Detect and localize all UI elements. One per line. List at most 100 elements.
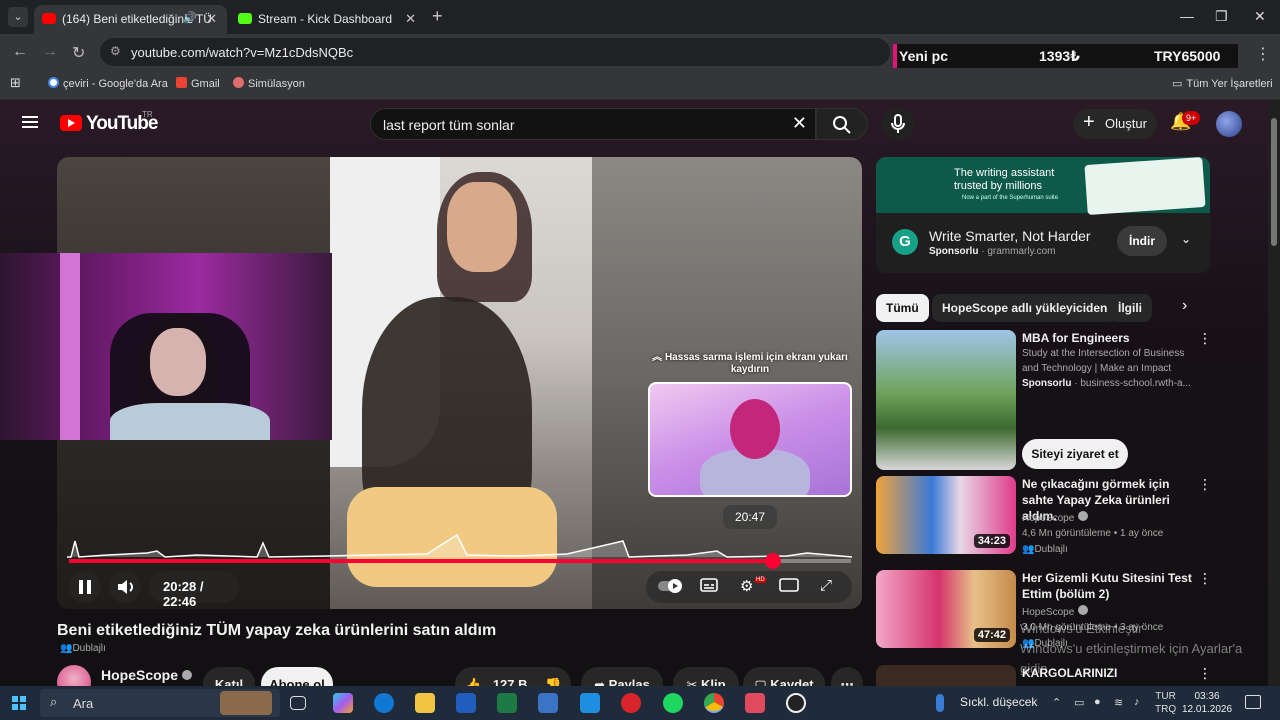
page-scrollbar[interactable] (1268, 100, 1280, 686)
file-explorer-icon[interactable] (415, 693, 435, 713)
apps-grid-icon[interactable]: ⊞ (10, 75, 21, 91)
taskbar-search-input[interactable]: ⌕ Ara (40, 689, 280, 717)
youtube-logo-icon[interactable] (60, 115, 82, 131)
chevron-up-icon[interactable]: ⌃ (1052, 696, 1061, 709)
bookmark-google[interactable]: çeviri - Google'da Ara (48, 77, 168, 90)
subtitles-icon[interactable] (700, 577, 718, 597)
subscribe-button[interactable]: Abone ol (261, 667, 333, 686)
forward-icon[interactable]: → (42, 43, 58, 61)
channel-avatar[interactable] (57, 665, 91, 686)
channel-name-text[interactable]: HopeScope (1022, 513, 1074, 524)
all-bookmarks[interactable]: ▭ Tüm Yer İşaretleri (1172, 77, 1273, 90)
channel-name[interactable]: HopeScope (1022, 511, 1202, 526)
chip-uploader[interactable]: HopeScope adlı yükleyiciden (932, 294, 1118, 322)
close-window-button[interactable]: ✕ (1254, 8, 1266, 25)
speaker-icon[interactable]: 🔊 (183, 11, 197, 24)
weather-text[interactable]: Sıckl. düşecek (960, 695, 1037, 709)
play-pause-button[interactable] (69, 571, 101, 603)
spotify-icon[interactable] (663, 693, 683, 713)
close-tab-icon[interactable]: ✕ (405, 11, 416, 27)
recommendation-thumbnail[interactable]: 34:23 (876, 476, 1016, 554)
microphone-icon[interactable]: ● (1094, 696, 1101, 708)
account-avatar[interactable] (1216, 111, 1242, 137)
recommendation-thumbnail[interactable] (876, 330, 1016, 470)
chevron-right-icon[interactable]: › (1182, 297, 1187, 315)
more-actions-button[interactable]: ⋯ (831, 667, 863, 686)
chevron-down-icon[interactable]: ⌄ (1181, 232, 1191, 246)
close-tab-icon[interactable]: ✕ (206, 11, 217, 27)
url-text[interactable]: youtube.com/watch?v=Mz1cDdsNQBc (131, 45, 353, 60)
like-count[interactable]: 127 B (493, 677, 528, 686)
autoplay-toggle-icon[interactable] (658, 577, 684, 599)
keyboard-language[interactable]: TUR TRQ (1155, 690, 1176, 716)
recommendation-thumbnail[interactable]: 47:42 (876, 570, 1016, 648)
mute-button[interactable] (109, 571, 141, 603)
more-options-icon[interactable]: ⋮ (1198, 476, 1212, 493)
recommendation-title[interactable]: MBA for Engineers (1022, 330, 1194, 346)
store-icon[interactable] (580, 693, 600, 713)
chip-all[interactable]: Tümü (876, 294, 929, 322)
reload-icon[interactable]: ↻ (72, 43, 85, 63)
ad-title[interactable]: Write Smarter, Not Harder (929, 228, 1091, 244)
recommendation-item[interactable]: 34:23 Ne çıkacağını görmek için sahte Ya… (876, 476, 1212, 555)
fullscreen-icon[interactable]: ⤢ (820, 577, 832, 594)
ad-card[interactable]: The writing assistant trusted by million… (876, 157, 1210, 273)
more-options-icon[interactable]: ⋮ (1198, 330, 1212, 347)
browser-menu-icon[interactable]: ⋮ (1255, 44, 1271, 64)
omnibox[interactable]: ⚙ youtube.com/watch?v=Mz1cDdsNQBc (100, 38, 890, 66)
maximize-button[interactable]: ❐ (1215, 8, 1228, 25)
windows-start-icon[interactable] (12, 696, 26, 710)
visit-site-button[interactable]: Siteyi ziyaret et (1022, 439, 1128, 469)
settings-gear-icon[interactable]: ⚙ (740, 577, 753, 595)
tab-kick[interactable]: Stream - Kick Dashboard ✕ (230, 5, 426, 34)
search-input[interactable]: last report tüm sonlar ✕ (370, 108, 816, 140)
tab-search-button[interactable]: ⌄ (8, 7, 28, 27)
share-button[interactable]: ➦ Paylaş (581, 667, 663, 686)
recommendation-title[interactable]: Her Gizemli Kutu Sitesini Test Ettim (bö… (1022, 570, 1194, 602)
system-clock[interactable]: 03:36 12.01.2026 (1182, 690, 1232, 716)
voice-search-button[interactable] (882, 108, 914, 140)
more-options-icon[interactable]: ⋮ (1198, 570, 1212, 587)
bookmark-gmail[interactable]: Gmail (176, 77, 220, 90)
save-button[interactable]: ▢ Kaydet (743, 667, 825, 686)
chip-related[interactable]: İlgili (1108, 294, 1152, 322)
clip-button[interactable]: ✂ Klip (673, 667, 739, 686)
volume-icon[interactable]: ♪ (1134, 696, 1140, 708)
calculator-icon[interactable] (538, 693, 558, 713)
dislike-icon[interactable]: 👎 (545, 677, 561, 686)
clear-search-icon[interactable]: ✕ (792, 113, 807, 134)
opera-icon[interactable] (621, 693, 641, 713)
recommendation-ad[interactable]: MBA for Engineers Study at the Intersect… (876, 330, 1212, 470)
wifi-icon[interactable]: ≋ (1114, 696, 1123, 709)
install-button[interactable]: İndir (1117, 226, 1167, 256)
search-button[interactable] (816, 108, 868, 140)
task-view-icon[interactable] (290, 696, 306, 710)
copilot-icon[interactable] (333, 693, 353, 713)
excel-icon[interactable] (497, 693, 517, 713)
ad-banner[interactable]: The writing assistant trusted by million… (876, 157, 1210, 216)
minimize-button[interactable]: — (1180, 8, 1194, 24)
new-tab-button[interactable]: + (432, 6, 443, 27)
tab-youtube[interactable]: (164) Beni etiketlediğiniz TÜ 🔊 ✕ (34, 5, 227, 34)
notification-center-icon[interactable] (1245, 695, 1261, 709)
channel-name-text[interactable]: HopeScope (101, 667, 178, 683)
recommendation-thumbnail[interactable] (876, 665, 1016, 686)
create-button[interactable]: + Oluştur (1073, 109, 1157, 139)
app-pocket-icon[interactable] (745, 693, 765, 713)
channel-name[interactable]: HopeScope (101, 667, 193, 683)
scrollbar-thumb[interactable] (1271, 118, 1277, 246)
back-icon[interactable]: ← (12, 43, 28, 61)
theater-mode-icon[interactable] (779, 577, 799, 597)
word-icon[interactable] (456, 693, 476, 713)
channel-name-text[interactable]: HopeScope (1022, 607, 1074, 618)
battery-icon[interactable]: ▭ (1074, 696, 1084, 709)
channel-name[interactable]: HopeScope (1022, 605, 1202, 620)
site-info-icon[interactable]: ⚙ (110, 44, 121, 58)
join-button[interactable]: Katıl (203, 667, 255, 686)
chrome-icon[interactable] (704, 693, 724, 713)
like-icon[interactable]: 👍 (465, 677, 481, 686)
edge-icon[interactable] (374, 693, 394, 713)
bookmark-simulasyon[interactable]: Simülasyon (233, 77, 305, 90)
search-query[interactable]: last report tüm sonlar (383, 117, 515, 133)
obs-icon[interactable] (786, 693, 806, 713)
